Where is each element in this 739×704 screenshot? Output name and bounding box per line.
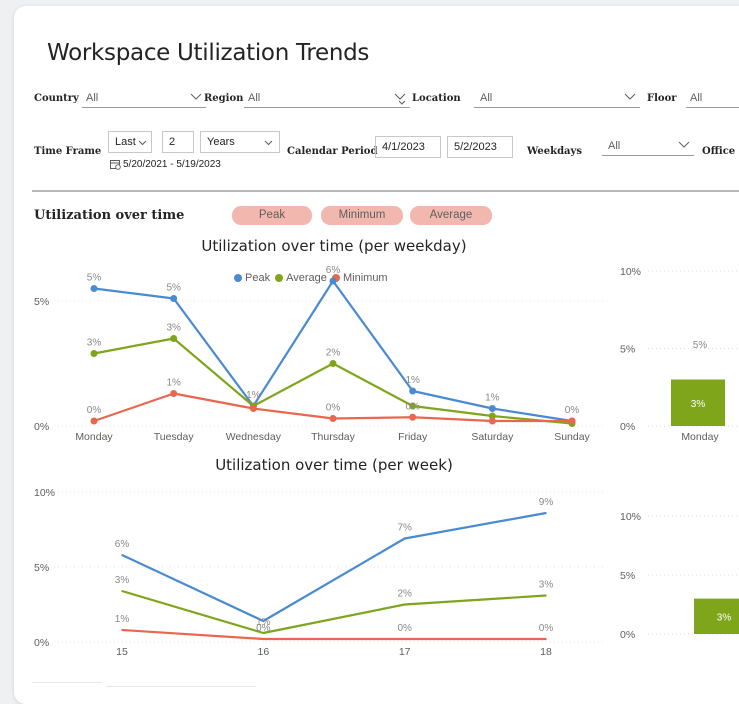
y-tick-label: 10% <box>620 511 641 523</box>
data-label: 9% <box>539 497 554 508</box>
data-point <box>121 629 123 631</box>
week-bar-chart: 0%5%10%3%6'1 <box>620 511 739 641</box>
report-canvas: Workspace Utilization Trends Country All… <box>14 6 739 704</box>
y-tick-label: 0% <box>34 637 49 649</box>
data-point <box>545 638 547 640</box>
data-point <box>403 537 406 540</box>
series-line-average <box>121 589 547 635</box>
data-label: 0% <box>256 623 271 634</box>
data-label: 1% <box>115 614 130 625</box>
series-line-minimum <box>121 628 546 641</box>
data-label: 3% <box>115 575 130 586</box>
data-label: 0% <box>397 623 412 634</box>
data-point <box>403 603 406 606</box>
week-line-chart: 0%5%10%15 16 17 186%7%9%3%1%2%3%1%0% 0% 0% <box>34 487 604 658</box>
data-point <box>121 554 123 556</box>
y-tick-label: 0% <box>620 629 635 641</box>
data-point <box>545 594 547 597</box>
footer-divider-mid <box>106 686 256 687</box>
data-point <box>403 638 406 640</box>
y-tick-label: 10% <box>34 487 55 499</box>
x-tick-label: 18 <box>540 646 552 658</box>
data-label: 7% <box>397 523 412 534</box>
bar-data-label: 3% <box>717 612 732 623</box>
x-tick-label: 16 <box>257 646 269 658</box>
x-tick-label: 17 <box>399 646 411 658</box>
data-label: 2% <box>397 589 412 600</box>
y-tick-label: 5% <box>34 562 49 574</box>
data-label: 0% <box>539 623 554 634</box>
data-point <box>121 590 123 592</box>
data-point <box>262 638 265 640</box>
data-label: 3% <box>539 580 554 591</box>
y-tick-label: 5% <box>620 570 635 582</box>
x-tick-label: 15 <box>116 646 128 658</box>
footer-divider-left <box>32 682 102 683</box>
data-point <box>545 512 547 514</box>
data-label: 6% <box>115 539 130 550</box>
